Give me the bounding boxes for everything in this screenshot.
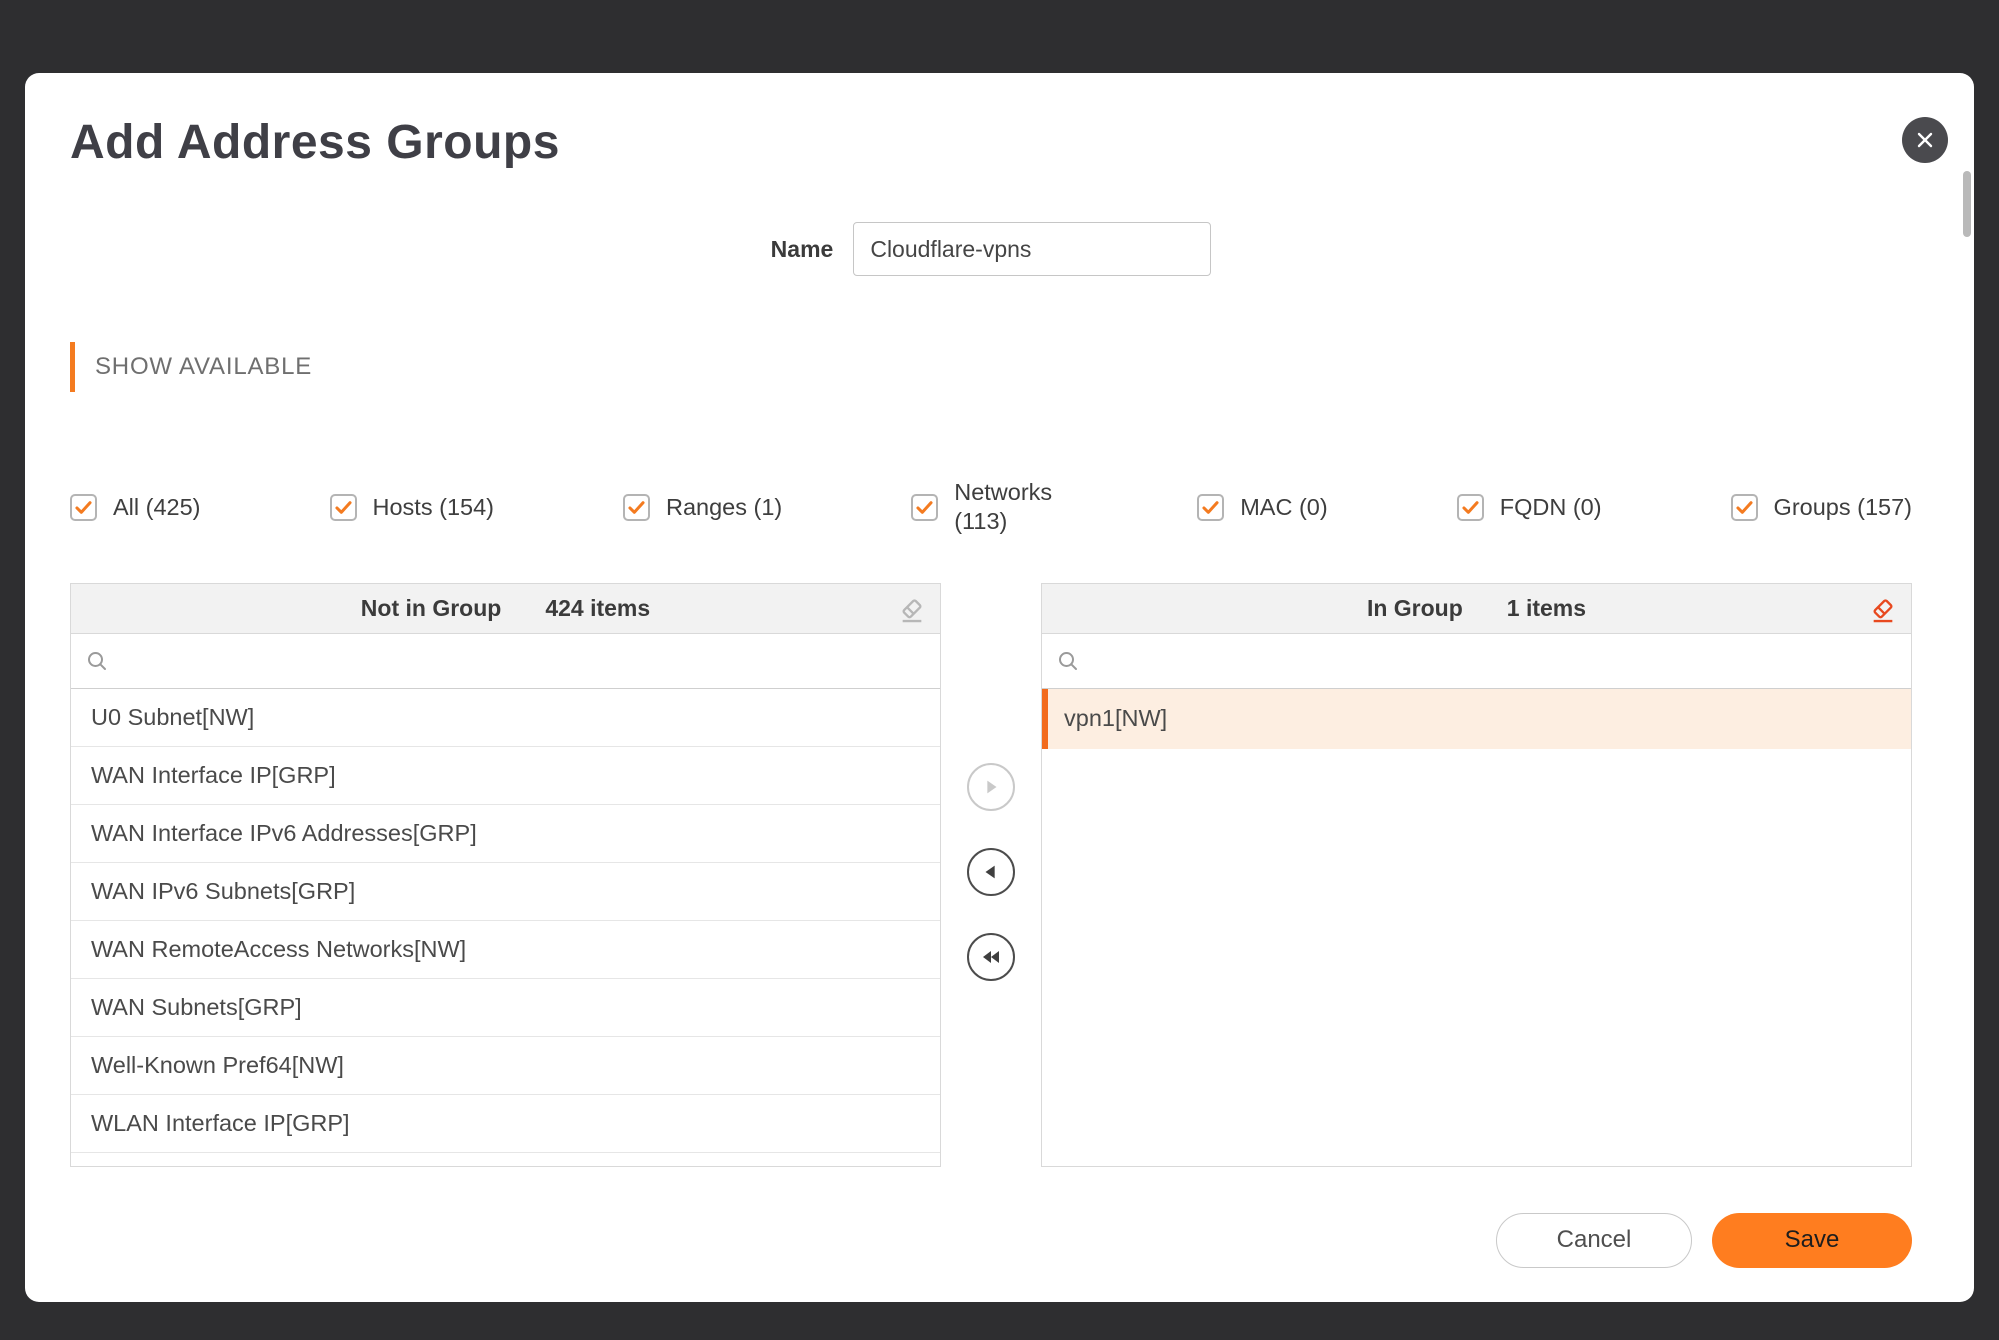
in-group-header: In Group 1 items — [1042, 583, 1911, 634]
list-item-label: WAN Interface IPv6 Addresses[GRP] — [91, 819, 477, 846]
not-in-group-search — [71, 633, 940, 689]
list-item-label: Well-Known Pref64[NW] — [91, 1051, 344, 1078]
list-item-label: WAN Interface IP[GRP] — [91, 761, 336, 788]
filter-checkbox-item[interactable]: MAC (0) — [1197, 493, 1328, 521]
not-in-group-search-input[interactable] — [119, 633, 926, 688]
in-group-search-input[interactable] — [1090, 633, 1897, 688]
clear-in-group-button[interactable] — [1867, 594, 1899, 626]
filter-checkbox-item[interactable]: Groups (157) — [1730, 493, 1912, 521]
transfer-buttons — [941, 583, 1041, 1167]
checkbox[interactable] — [1197, 493, 1225, 521]
list-item[interactable]: WAN Interface IPv6 Addresses[GRP] — [71, 805, 940, 863]
filter-checkbox-item[interactable]: Networks (113) — [911, 478, 1068, 537]
clear-not-in-group-button[interactable] — [896, 594, 928, 626]
list-item[interactable]: Well-Known Pref64[NW] — [71, 1037, 940, 1095]
move-all-left-icon — [983, 950, 999, 963]
add-address-groups-dialog: Add Address Groups Name SHOW AVAILABLE A… — [25, 73, 1974, 1302]
check-icon — [1202, 501, 1219, 514]
filter-checkbox-item[interactable]: All (425) — [70, 493, 201, 521]
show-available-section: SHOW AVAILABLE — [70, 342, 1912, 392]
close-icon — [1917, 132, 1933, 148]
filter-checkbox-item[interactable]: Ranges (1) — [622, 493, 783, 521]
move-left-button[interactable] — [967, 847, 1015, 896]
check-icon — [75, 501, 92, 514]
check-icon — [916, 501, 933, 514]
search-icon — [88, 651, 106, 670]
list-item-label: vpn1[NW] — [1064, 705, 1168, 732]
list-item[interactable]: WAN RemoteAccess Networks[NW] — [71, 921, 940, 979]
check-icon — [1462, 501, 1479, 514]
check-icon — [628, 501, 645, 514]
list-item[interactable]: WLAN Interface IP[GRP] — [71, 1095, 940, 1153]
filter-label: Groups (157) — [1773, 493, 1912, 520]
name-row: Name — [70, 222, 1912, 276]
name-label: Name — [770, 235, 834, 262]
filter-label: FQDN (0) — [1499, 493, 1602, 520]
name-input[interactable] — [853, 222, 1212, 276]
in-group-count: 1 items — [1506, 594, 1587, 621]
move-right-icon — [987, 780, 997, 794]
dialog-footer: Cancel Save — [70, 1212, 1912, 1268]
check-icon — [1735, 501, 1753, 514]
move-right-button[interactable] — [967, 762, 1015, 811]
cancel-button[interactable]: Cancel — [1496, 1212, 1692, 1268]
not-in-group-count: 424 items — [545, 594, 651, 621]
filter-label: MAC (0) — [1240, 493, 1328, 520]
eraser-icon — [902, 599, 922, 622]
not-in-group-title: Not in Group — [360, 594, 502, 621]
show-available-label: SHOW AVAILABLE — [95, 353, 313, 380]
list-item[interactable]: WAN IPv6 Subnets[GRP] — [71, 863, 940, 921]
in-group-list: vpn1[NW] — [1042, 688, 1911, 1166]
in-group-title: In Group — [1366, 594, 1463, 621]
list-item-label: WAN IPv6 Subnets[GRP] — [91, 877, 356, 904]
transfer-panels: Not in Group 424 items U0 Subnet[NW] WAN… — [70, 171, 1971, 1167]
save-button[interactable]: Save — [1712, 1212, 1912, 1268]
filter-checkbox-item[interactable]: FQDN (0) — [1456, 493, 1602, 521]
checkbox[interactable] — [1456, 493, 1484, 521]
filter-label: Networks (113) — [954, 479, 1053, 535]
search-icon — [1059, 651, 1077, 670]
filter-row: All (425) Hosts (154) Ranges (1) Network… — [70, 478, 1912, 537]
close-button[interactable] — [1902, 117, 1948, 163]
checkbox[interactable] — [911, 493, 939, 521]
checkbox[interactable] — [1730, 493, 1758, 521]
list-item-label: U0 Subnet[NW] — [91, 703, 255, 730]
selected-list-item[interactable]: vpn1[NW] — [1042, 688, 1911, 749]
list-item[interactable]: U0 Subnet[NW] — [71, 689, 940, 747]
list-item[interactable]: WAN Subnets[GRP] — [71, 979, 940, 1037]
checkbox[interactable] — [329, 493, 357, 521]
eraser-icon — [1873, 599, 1893, 622]
in-group-search — [1042, 633, 1911, 689]
filter-label: Hosts (154) — [372, 493, 494, 520]
checkbox[interactable] — [622, 493, 650, 521]
check-icon — [334, 501, 352, 514]
list-item[interactable]: WAN Interface IP[GRP] — [71, 747, 940, 805]
filter-label: All (425) — [113, 493, 201, 520]
accent-bar — [70, 342, 75, 392]
list-item-label: WAN Subnets[GRP] — [91, 993, 302, 1020]
in-group-panel: In Group 1 items vpn1[NW] — [1041, 582, 1912, 1167]
filter-checkbox-item[interactable]: Hosts (154) — [329, 493, 494, 521]
move-left-icon — [985, 865, 995, 879]
list-item-label: WLAN Interface IP[GRP] — [91, 1109, 350, 1136]
not-in-group-panel: Not in Group 424 items U0 Subnet[NW] WAN… — [70, 171, 1971, 1167]
not-in-group-header: Not in Group 424 items — [71, 583, 940, 634]
move-all-left-button[interactable] — [967, 932, 1015, 981]
not-in-group-list: U0 Subnet[NW] WAN Interface IP[GRP] WAN … — [71, 689, 940, 1166]
filter-label: Ranges (1) — [665, 493, 783, 520]
dialog-title: Add Address Groups — [70, 116, 560, 169]
checkbox[interactable] — [70, 493, 97, 521]
list-item-label: WAN RemoteAccess Networks[NW] — [91, 935, 467, 962]
